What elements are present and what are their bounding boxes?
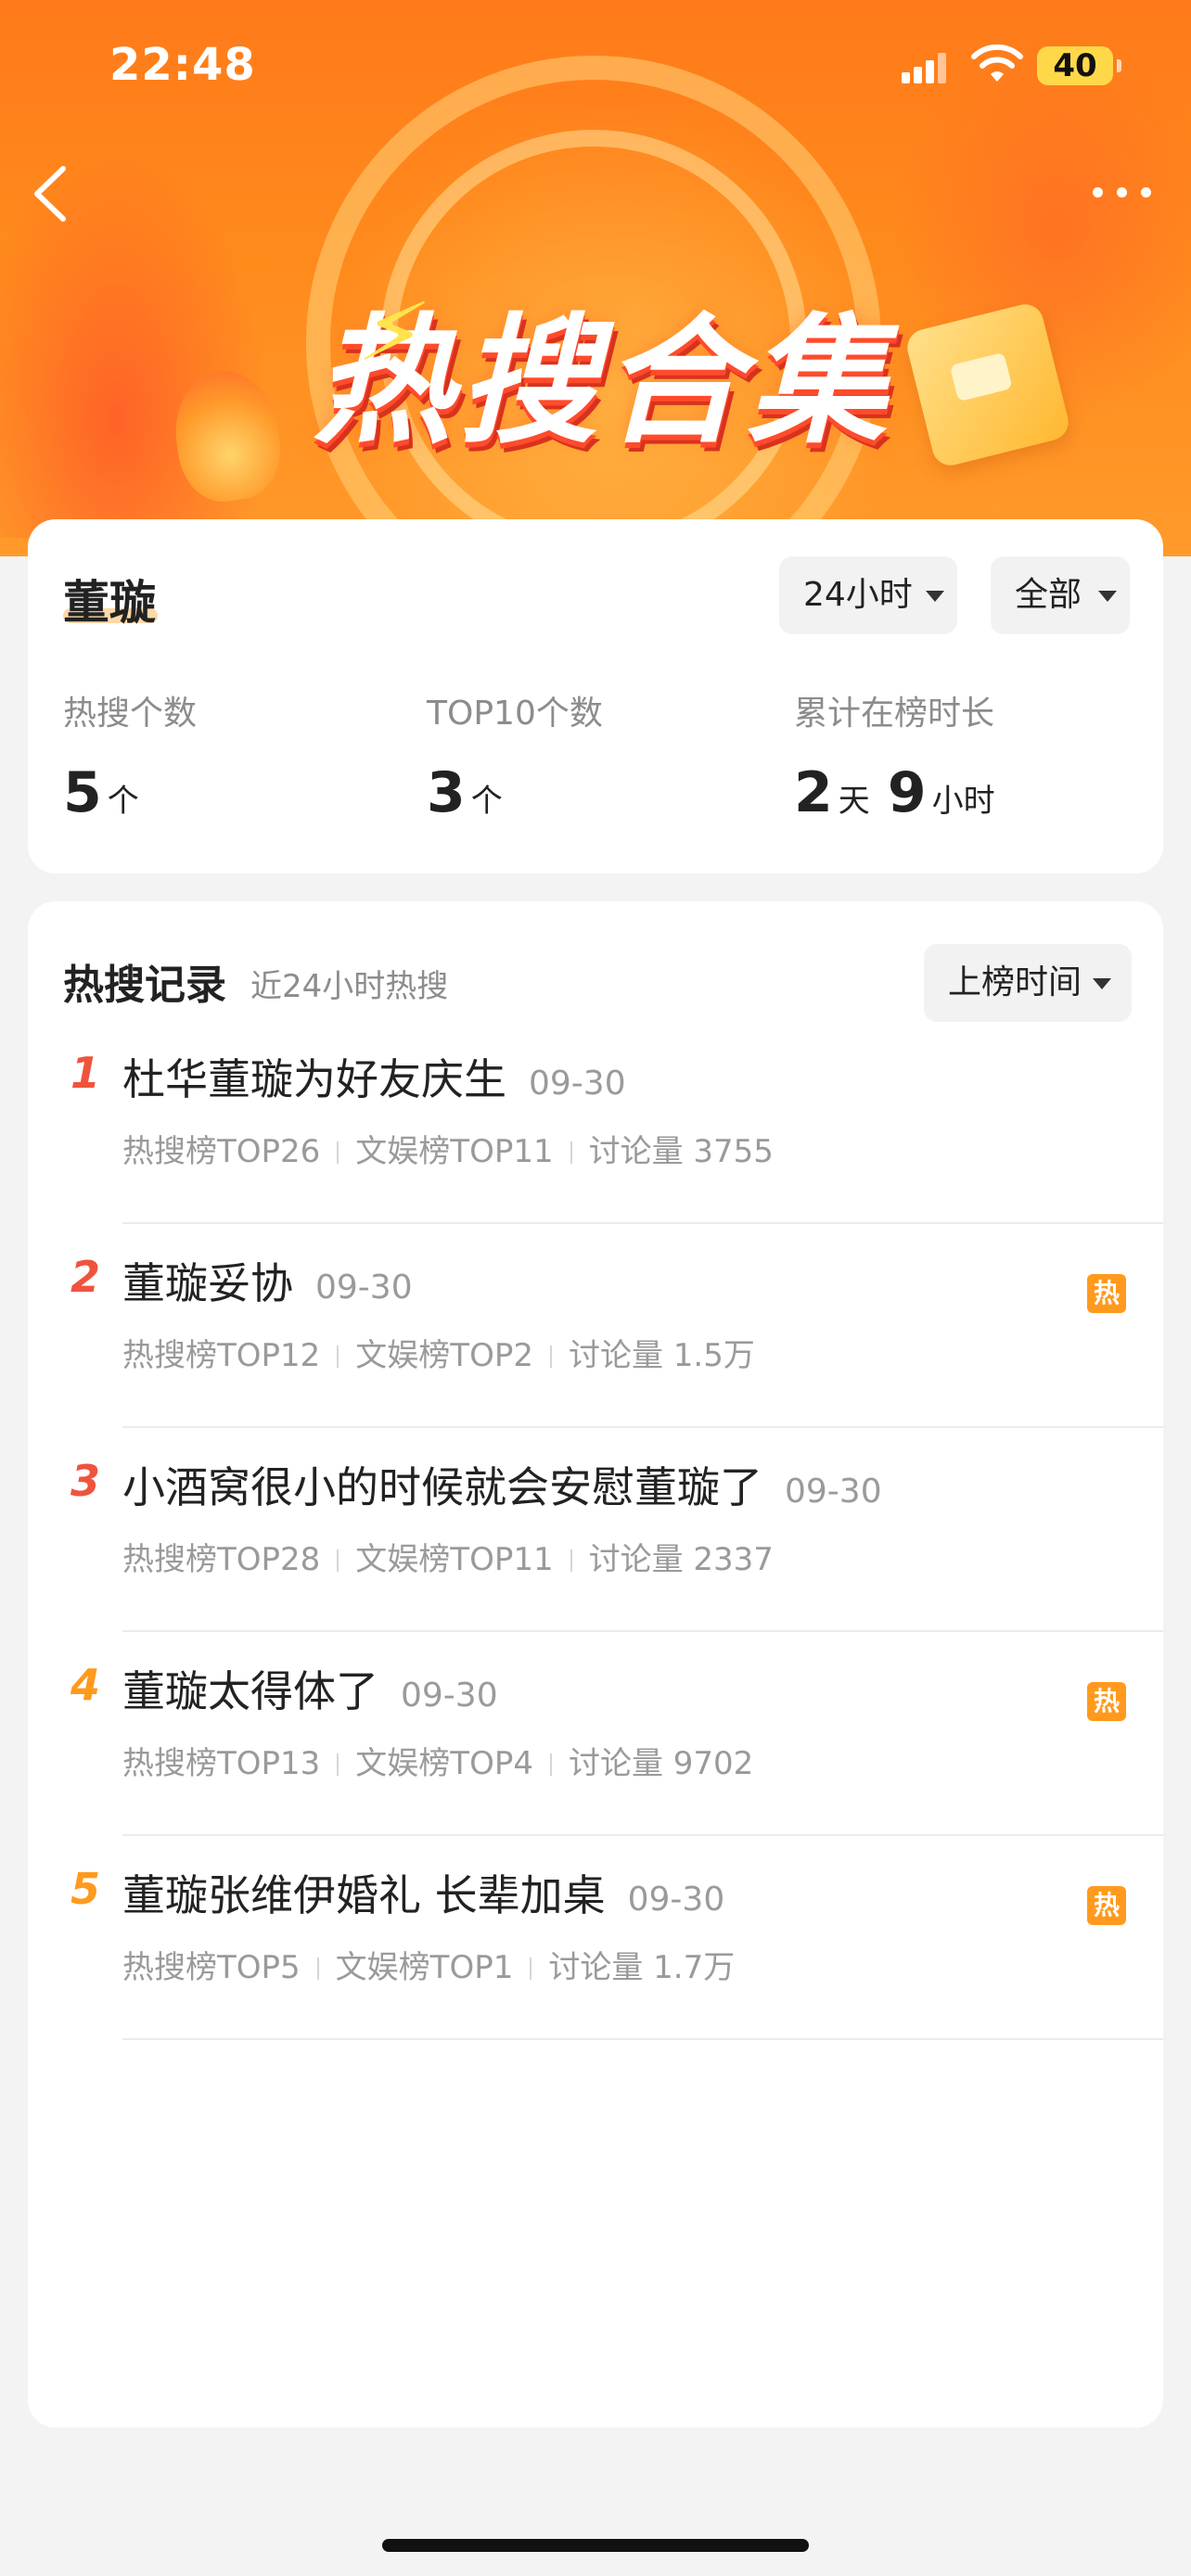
stat-unit: 个 [470,783,503,820]
summary-card: 董璇 24小时 全部 热搜个数 5个 TOP10个数 3个 累计在榜时长 2天 [28,519,1163,874]
item-title: 董璇妥协 09-30 [122,1250,413,1311]
cellular-signal-icon [902,52,946,83]
stat-unit: 个 [107,783,139,820]
caret-down-icon [1093,978,1111,989]
rank-number: 4 [70,1660,101,1710]
divider [570,1141,572,1164]
item-meta: 热搜榜TOP26 文娱榜TOP11 讨论量 3755 [122,1126,774,1171]
rank-number: 2 [70,1252,101,1302]
stat-days: 2 [794,760,833,825]
scope-dropdown[interactable]: 全部 [991,556,1130,634]
divider [337,1141,339,1164]
item-title: 董璇张维伊婚礼 长辈加桌 09-30 [122,1862,724,1923]
list-item[interactable]: 4 董璇太得体了 09-30 热搜榜TOP13 文娱榜TOP4 讨论量 9702 热 [28,1632,1163,1836]
stat-hot-count: 热搜个数 5个 [63,686,197,825]
divider [530,1958,532,1980]
discussion-count: 讨论量 3755 [588,1133,774,1170]
stat-value: 3个 [427,760,603,825]
stat-days-unit: 天 [838,783,870,820]
discussion-count: 讨论量 9702 [568,1745,754,1782]
rank-number: 3 [70,1456,101,1506]
ent-board-rank: 文娱榜TOP11 [355,1133,554,1170]
item-meta: 热搜榜TOP13 文娱榜TOP4 讨论量 9702 [122,1738,753,1783]
sort-dropdown[interactable]: 上榜时间 [924,944,1132,1022]
divider [337,1549,339,1572]
caret-down-icon [926,591,944,602]
topic-name: 董璇 [63,576,156,630]
hot-board-rank: 热搜榜TOP12 [122,1337,321,1374]
ent-board-rank: 文娱榜TOP11 [355,1541,554,1578]
discussion-count: 讨论量 1.7万 [548,1949,736,1986]
divider [316,1958,319,1980]
divider [549,1753,552,1776]
divider [570,1549,572,1572]
stat-value: 2天 9 小时 [794,760,995,825]
item-meta: 热搜榜TOP12 文娱榜TOP2 讨论量 1.5万 [122,1330,755,1375]
list-item[interactable]: 2 董璇妥协 09-30 热搜榜TOP12 文娱榜TOP2 讨论量 1.5万 热 [28,1224,1163,1428]
more-icon[interactable] [1085,172,1159,210]
caret-down-icon [1098,591,1117,602]
item-date: 09-30 [401,1677,498,1715]
divider [549,1345,552,1368]
back-icon[interactable] [24,161,80,226]
ent-board-rank: 文娱榜TOP1 [335,1949,514,1986]
item-title-text: 董璇张维伊婚礼 长辈加桌 [122,1870,606,1920]
list-item[interactable]: 1 杜华董璇为好友庆生 09-30 热搜榜TOP26 文娱榜TOP11 讨论量 375… [28,1020,1163,1224]
ent-board-rank: 文娱榜TOP4 [355,1745,533,1782]
stat-number: 3 [427,760,466,825]
battery-indicator: 40 [1037,46,1121,85]
hot-board-rank: 热搜榜TOP26 [122,1133,321,1170]
item-title-text: 小酒窝很小的时候就会安慰董璇了 [122,1462,762,1512]
hot-badge: 热 [1087,1886,1126,1925]
time-range-dropdown[interactable]: 24小时 [779,556,957,634]
list-item[interactable]: 3 小酒窝很小的时候就会安慰董璇了 09-30 热搜榜TOP28 文娱榜TOP11 讨… [28,1428,1163,1632]
stat-total-duration: 累计在榜时长 2天 9 小时 [794,686,995,825]
divider [337,1753,339,1776]
wifi-icon [971,45,1023,82]
stat-label: TOP10个数 [427,695,603,733]
stat-value: 5个 [63,760,197,825]
item-date: 09-30 [315,1269,413,1307]
records-title: 热搜记录 [63,962,226,1009]
item-meta: 热搜榜TOP28 文娱榜TOP11 讨论量 2337 [122,1534,774,1579]
item-title-text: 杜华董璇为好友庆生 [122,1054,506,1104]
item-title: 杜华董璇为好友庆生 09-30 [122,1046,626,1107]
status-time: 22:48 [109,39,256,91]
records-card: 热搜记录 近24小时热搜 上榜时间 1 杜华董璇为好友庆生 09-30 热搜榜TO… [28,901,1163,2428]
item-date: 09-30 [785,1473,882,1511]
page: 热搜合集 ⚡ 22:48 40 董璇 24小时 全部 热搜个数 5 个 TOP1… [0,0,1191,2576]
hot-board-rank: 热搜榜TOP5 [122,1949,301,1986]
stat-hours: 9 [887,760,927,825]
rank-number: 1 [70,1048,101,1098]
time-range-label: 24小时 [803,576,913,614]
sort-label: 上榜时间 [948,963,1082,1001]
item-title: 董璇太得体了 09-30 [122,1658,498,1719]
item-title: 小酒窝很小的时候就会安慰董璇了 09-30 [122,1454,882,1515]
records-subtitle: 近24小时热搜 [250,968,449,1005]
hot-board-rank: 热搜榜TOP13 [122,1745,321,1782]
list-item[interactable]: 5 董璇张维伊婚礼 长辈加桌 09-30 热搜榜TOP5 文娱榜TOP1 讨论量 1.… [28,1836,1163,2040]
item-meta: 热搜榜TOP5 文娱榜TOP1 讨论量 1.7万 [122,1942,735,1987]
hot-badge: 热 [1087,1274,1126,1313]
row-divider [122,2038,1163,2040]
rank-number: 5 [70,1864,101,1914]
stat-top10-count: TOP10个数 3个 [427,686,603,825]
hot-board-rank: 热搜榜TOP28 [122,1541,321,1578]
divider [337,1345,339,1368]
stat-label: 累计在榜时长 [794,695,995,733]
ent-board-rank: 文娱榜TOP2 [355,1337,533,1374]
hot-badge: 热 [1087,1682,1126,1721]
stat-label: 热搜个数 [63,695,198,733]
item-date: 09-30 [627,1881,725,1919]
stat-number: 5 [63,760,102,825]
stat-hours-unit: 小时 [931,783,995,820]
item-title-text: 董璇妥协 [122,1258,293,1308]
home-indicator[interactable] [382,2539,809,2552]
discussion-count: 讨论量 1.5万 [568,1337,755,1374]
item-date: 09-30 [529,1065,626,1103]
topic-name-wrap: 董璇 [63,566,158,632]
discussion-count: 讨论量 2337 [588,1541,774,1578]
scope-label: 全部 [1015,576,1082,614]
item-title-text: 董璇太得体了 [122,1666,378,1716]
